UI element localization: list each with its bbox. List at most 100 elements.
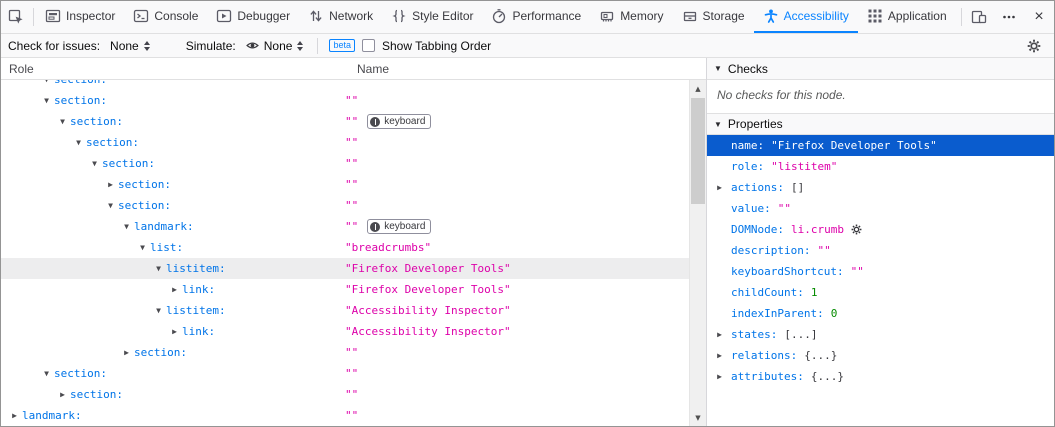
devtools-menu-button[interactable] bbox=[994, 1, 1024, 33]
collapse-arrow-icon[interactable]: ▼ bbox=[153, 264, 164, 273]
tree-column-headers: Role Name bbox=[1, 58, 706, 80]
tree-row[interactable]: ▶landmark:"" bbox=[1, 405, 706, 426]
tree-row[interactable]: ▶section:"" bbox=[1, 384, 706, 405]
property-row[interactable]: role:"listitem" bbox=[707, 156, 1054, 177]
collapse-arrow-icon[interactable]: ▼ bbox=[153, 306, 164, 315]
tree-row[interactable]: ▼listitem: "Firefox Developer Tools" bbox=[1, 258, 706, 279]
tab-debugger[interactable]: Debugger bbox=[207, 1, 299, 33]
show-tabbing-order-checkbox[interactable] bbox=[362, 39, 375, 52]
tab-network[interactable]: Network bbox=[299, 1, 382, 33]
property-row[interactable]: ▶attributes:{...} bbox=[707, 366, 1054, 387]
highlight-node-gear-icon[interactable] bbox=[851, 224, 862, 235]
tree-row[interactable]: ▼listitem:"Accessibility Inspector" bbox=[1, 300, 706, 321]
pick-element-button[interactable] bbox=[1, 1, 31, 33]
property-row[interactable]: keyboardShortcut:"" bbox=[707, 261, 1054, 282]
role-column-header[interactable]: Role bbox=[9, 62, 34, 76]
tab-performance[interactable]: Performance bbox=[482, 1, 590, 33]
expand-arrow-icon[interactable]: ▶ bbox=[105, 180, 116, 189]
scroll-up-button[interactable]: ▲ bbox=[690, 80, 706, 97]
tree-row[interactable]: ▼section:"" bbox=[1, 80, 706, 90]
property-row[interactable]: indexInParent:0 bbox=[707, 303, 1054, 324]
tree-scrollbar[interactable]: ▲ ▼ bbox=[689, 80, 706, 426]
expand-arrow-icon[interactable]: ▶ bbox=[121, 348, 132, 357]
properties-section-header[interactable]: ▼ Properties bbox=[707, 113, 1054, 135]
tree-row[interactable]: ▼section:"" bbox=[1, 132, 706, 153]
tree-row[interactable]: ▶link:"Firefox Developer Tools" bbox=[1, 279, 706, 300]
collapse-arrow-icon[interactable]: ▼ bbox=[41, 96, 52, 105]
expand-arrow-icon[interactable]: ▶ bbox=[9, 411, 20, 420]
audit-badge-label: keyboard bbox=[384, 116, 425, 127]
property-name: childCount: bbox=[731, 286, 804, 299]
memory-icon bbox=[599, 8, 615, 24]
checks-section-header[interactable]: ▼ Checks bbox=[707, 58, 1054, 80]
select-arrows-icon bbox=[297, 41, 303, 51]
tree-row[interactable]: ▶link:"Accessibility Inspector" bbox=[1, 321, 706, 342]
tab-accessibility[interactable]: Accessibility bbox=[754, 1, 858, 33]
scroll-down-button[interactable]: ▼ bbox=[690, 409, 706, 426]
collapse-arrow-icon[interactable]: ▼ bbox=[73, 138, 84, 147]
collapse-arrow-icon[interactable]: ▼ bbox=[137, 243, 148, 252]
property-row[interactable]: ▶states:[...] bbox=[707, 324, 1054, 345]
performance-icon bbox=[491, 8, 507, 24]
tree-row[interactable]: ▼landmark:""keyboard bbox=[1, 216, 706, 237]
tab-style-editor[interactable]: Style Editor bbox=[382, 1, 482, 33]
tree-row-role: landmark: bbox=[134, 220, 194, 233]
expand-arrow-icon[interactable]: ▶ bbox=[714, 351, 725, 360]
pick-element-icon bbox=[8, 9, 24, 25]
name-column-header[interactable]: Name bbox=[357, 62, 389, 76]
collapse-arrow-icon[interactable]: ▼ bbox=[105, 201, 116, 210]
property-name: DOMNode: bbox=[731, 223, 784, 236]
property-row[interactable]: ▶actions:[] bbox=[707, 177, 1054, 198]
property-value[interactable]: li.crumb bbox=[791, 223, 844, 236]
collapse-arrow-icon[interactable]: ▼ bbox=[41, 369, 52, 378]
toolbar-separator bbox=[33, 8, 34, 26]
simulate-select[interactable]: None bbox=[243, 38, 307, 54]
tab-application[interactable]: Application bbox=[858, 1, 956, 33]
property-row[interactable]: value:"" bbox=[707, 198, 1054, 219]
property-row[interactable]: DOMNode: li.crumb bbox=[707, 219, 1054, 240]
show-tabbing-order-label[interactable]: Show Tabbing Order bbox=[382, 39, 491, 53]
property-row[interactable]: childCount:1 bbox=[707, 282, 1054, 303]
tab-inspector[interactable]: Inspector bbox=[36, 1, 124, 33]
audit-badge[interactable]: keyboard bbox=[367, 114, 431, 129]
tree-row[interactable]: ▼section:"" bbox=[1, 363, 706, 384]
tree-row-role: section: bbox=[54, 94, 107, 107]
close-devtools-button[interactable]: × bbox=[1024, 1, 1054, 33]
expand-arrow-icon[interactable]: ▶ bbox=[169, 327, 180, 336]
check-for-issues-select[interactable]: None bbox=[107, 38, 153, 54]
tree-row[interactable]: ▶section:"" bbox=[1, 174, 706, 195]
collapse-arrow-icon[interactable]: ▼ bbox=[57, 117, 68, 126]
tree-row[interactable]: ▼section:"" bbox=[1, 195, 706, 216]
expand-arrow-icon[interactable]: ▶ bbox=[714, 372, 725, 381]
expand-arrow-icon[interactable]: ▶ bbox=[169, 285, 180, 294]
scrollbar-thumb[interactable] bbox=[691, 98, 705, 204]
tree-row-role: listitem: bbox=[166, 262, 226, 275]
audit-badge[interactable]: keyboard bbox=[367, 219, 431, 234]
responsive-design-mode-button[interactable] bbox=[964, 1, 994, 33]
checks-empty-message: No checks for this node. bbox=[707, 80, 1054, 113]
tree-row[interactable]: ▼section:"" bbox=[1, 90, 706, 111]
collapse-arrow-icon[interactable]: ▼ bbox=[41, 80, 52, 84]
tab-console[interactable]: Console bbox=[124, 1, 207, 33]
tree-row-name-cell: "Accessibility Inspector" bbox=[345, 300, 511, 321]
tree-row[interactable]: ▼section:"" bbox=[1, 153, 706, 174]
settings-button[interactable] bbox=[1021, 36, 1047, 56]
tree-row-name-cell: "" bbox=[345, 405, 358, 426]
tree-row-name-cell: "Firefox Developer Tools" bbox=[345, 258, 511, 279]
property-row[interactable]: name:"Firefox Developer Tools" bbox=[707, 135, 1054, 156]
property-row[interactable]: ▶relations:{...} bbox=[707, 345, 1054, 366]
collapse-arrow-icon[interactable]: ▼ bbox=[121, 222, 132, 231]
tree-row[interactable]: ▼section:""keyboard bbox=[1, 111, 706, 132]
tree-row[interactable]: ▶section:"" bbox=[1, 342, 706, 363]
properties-title: Properties bbox=[728, 117, 783, 131]
tab-bar-right-controls: × bbox=[959, 1, 1054, 33]
collapse-arrow-icon[interactable]: ▼ bbox=[89, 159, 100, 168]
tab-memory[interactable]: Memory bbox=[590, 1, 672, 33]
expand-arrow-icon[interactable]: ▶ bbox=[57, 390, 68, 399]
property-row[interactable]: description:"" bbox=[707, 240, 1054, 261]
tree-row[interactable]: ▼list:"breadcrumbs" bbox=[1, 237, 706, 258]
tree-row-role: section: bbox=[102, 157, 155, 170]
tab-storage[interactable]: Storage bbox=[673, 1, 754, 33]
expand-arrow-icon[interactable]: ▶ bbox=[714, 330, 725, 339]
expand-arrow-icon[interactable]: ▶ bbox=[714, 183, 725, 192]
